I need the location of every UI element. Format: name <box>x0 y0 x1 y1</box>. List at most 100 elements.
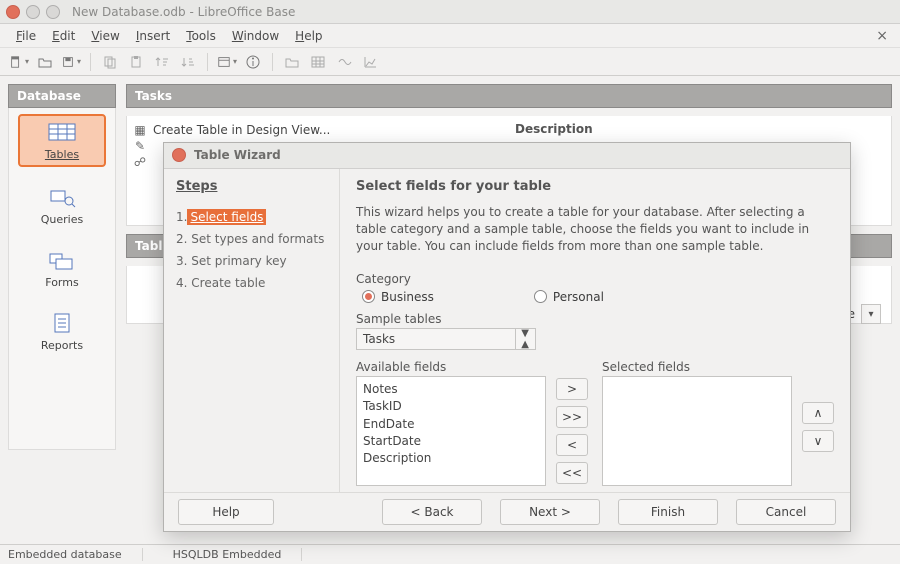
view-mode-row: e ▾ <box>848 304 881 324</box>
sidebar-item-label: Tables <box>45 148 79 161</box>
available-fields-list[interactable]: Notes TaskID EndDate StartDate Descripti… <box>356 376 546 486</box>
remove-all-fields-button[interactable]: << <box>556 462 588 484</box>
sample-tables-combo[interactable]: Tasks ▼▲ <box>356 328 536 350</box>
table-wizard-dialog: Table Wizard Steps 1.Select fields 2. Se… <box>163 142 851 532</box>
sort-desc-button[interactable] <box>177 51 199 73</box>
next-button[interactable]: Next > <box>500 499 600 525</box>
sidebar-item-label: Reports <box>41 339 83 352</box>
table-icon: ▦ <box>133 123 147 137</box>
menu-insert[interactable]: Insert <box>128 27 178 45</box>
radio-label: Personal <box>553 290 604 304</box>
toolbar-separator <box>90 53 91 71</box>
add-field-button[interactable]: > <box>556 378 588 400</box>
move-down-button[interactable]: ∨ <box>802 430 834 452</box>
steps-heading: Steps <box>176 179 327 194</box>
description-heading: Description <box>515 122 879 136</box>
wizard-body: Steps 1.Select fields 2. Set types and f… <box>164 169 850 492</box>
cancel-button[interactable]: Cancel <box>736 499 836 525</box>
menu-help[interactable]: Help <box>287 27 330 45</box>
wizard-buttonbar: Help < Back Next > Finish Cancel <box>164 492 850 531</box>
list-item[interactable]: EndDate <box>363 416 539 433</box>
sidebar-item-label: Forms <box>45 276 78 289</box>
folder-button[interactable] <box>281 51 303 73</box>
wizard-step-3[interactable]: 3. Set primary key <box>176 252 327 270</box>
open-button[interactable] <box>34 51 56 73</box>
sidebar-body: Tables Queries Forms Reports <box>8 108 116 450</box>
wizard-close-icon[interactable] <box>172 148 186 162</box>
available-fields-column: Available fields Notes TaskID EndDate St… <box>356 360 546 486</box>
reorder-buttons: ∧ ∨ <box>802 402 834 452</box>
sort-asc-button[interactable] <box>151 51 173 73</box>
toolbar-separator <box>272 53 273 71</box>
report-icon <box>47 311 77 335</box>
query-icon <box>47 185 77 209</box>
sidebar-heading: Database <box>8 84 116 108</box>
wizard-form-panel: Select fields for your table This wizard… <box>340 169 850 492</box>
window-close-icon[interactable] <box>6 5 20 19</box>
new-doc-button[interactable] <box>8 51 30 73</box>
chart-button[interactable] <box>359 51 381 73</box>
view-mode-dropdown[interactable]: ▾ <box>861 304 881 324</box>
available-fields-label: Available fields <box>356 360 546 374</box>
finish-button[interactable]: Finish <box>618 499 718 525</box>
category-label: Category <box>356 272 834 286</box>
statusbar: Embedded database HSQLDB Embedded <box>0 544 900 564</box>
help-button[interactable]: Help <box>178 499 274 525</box>
relation-button[interactable] <box>333 51 355 73</box>
selected-fields-label: Selected fields <box>602 360 792 374</box>
sample-tables-label: Sample tables <box>356 312 834 326</box>
menu-tools[interactable]: Tools <box>178 27 224 45</box>
remove-field-button[interactable]: < <box>556 434 588 456</box>
info-button[interactable] <box>242 51 264 73</box>
add-all-fields-button[interactable]: >> <box>556 406 588 428</box>
selected-fields-column: Selected fields <box>602 360 792 486</box>
grid-button[interactable] <box>307 51 329 73</box>
wizard-step-4[interactable]: 4. Create table <box>176 274 327 292</box>
window-minimize-icon[interactable] <box>26 5 40 19</box>
wand-icon: ✎ <box>133 139 147 153</box>
status-engine: HSQLDB Embedded <box>173 548 303 561</box>
menu-edit[interactable]: Edit <box>44 27 83 45</box>
wizard-steps-panel: Steps 1.Select fields 2. Set types and f… <box>164 169 340 492</box>
tasks-heading: Tasks <box>126 84 892 108</box>
list-item[interactable]: TaskID <box>363 398 539 415</box>
category-radios: Business Personal <box>356 290 834 304</box>
copy-button[interactable] <box>99 51 121 73</box>
menubar: File Edit View Insert Tools Window Help … <box>0 24 900 48</box>
move-up-button[interactable]: ∧ <box>802 402 834 424</box>
sidebar-item-queries[interactable]: Queries <box>18 181 106 230</box>
window-maximize-icon[interactable] <box>46 5 60 19</box>
save-button[interactable] <box>60 51 82 73</box>
status-db-type: Embedded database <box>8 548 143 561</box>
field-mover-buttons: > >> < << <box>556 378 592 484</box>
window-title: New Database.odb - LibreOffice Base <box>72 5 295 19</box>
wizard-title: Table Wizard <box>194 148 281 162</box>
radio-business[interactable]: Business <box>362 290 434 304</box>
radio-icon <box>534 290 547 303</box>
link-icon: ☍ <box>133 155 147 169</box>
list-item[interactable]: Notes <box>363 381 539 398</box>
sidebar-item-label: Queries <box>41 213 83 226</box>
selected-fields-list[interactable] <box>602 376 792 486</box>
paste-button[interactable] <box>125 51 147 73</box>
window-titlebar: New Database.odb - LibreOffice Base <box>0 0 900 24</box>
menu-window[interactable]: Window <box>224 27 287 45</box>
sidebar-item-forms[interactable]: Forms <box>18 244 106 293</box>
wizard-step-1[interactable]: 1.Select fields <box>176 208 327 226</box>
radio-personal[interactable]: Personal <box>534 290 604 304</box>
sidebar-item-reports[interactable]: Reports <box>18 307 106 356</box>
back-button[interactable]: < Back <box>382 499 482 525</box>
radio-label: Business <box>381 290 434 304</box>
list-item[interactable]: StartDate <box>363 433 539 450</box>
form-button[interactable] <box>216 51 238 73</box>
radio-icon <box>362 290 375 303</box>
list-item[interactable]: Description <box>363 450 539 467</box>
wizard-titlebar: Table Wizard <box>164 143 850 169</box>
table-icon <box>47 120 77 144</box>
document-close-icon[interactable]: × <box>872 28 892 44</box>
sidebar-item-tables[interactable]: Tables <box>18 114 106 167</box>
task-create-design[interactable]: ▦ Create Table in Design View... <box>133 122 497 138</box>
menu-file[interactable]: File <box>8 27 44 45</box>
menu-view[interactable]: View <box>83 27 127 45</box>
wizard-step-2[interactable]: 2. Set types and formats <box>176 230 327 248</box>
